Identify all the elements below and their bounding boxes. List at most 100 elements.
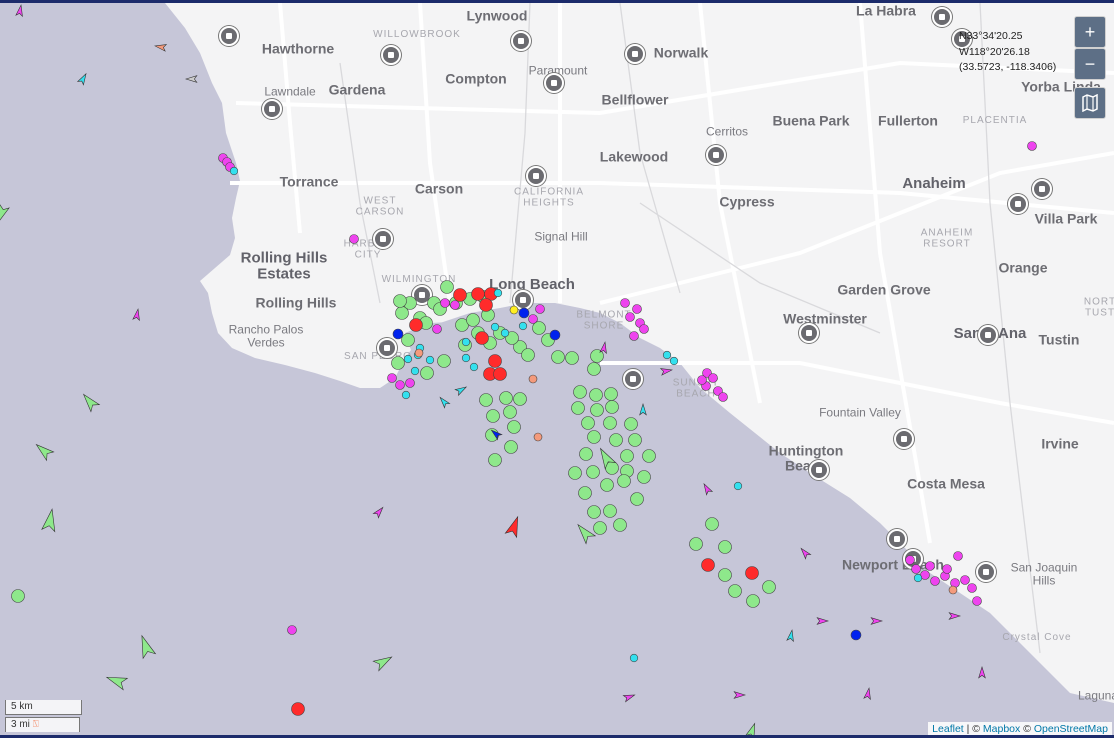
vessel-marker-pleasure[interactable]: [440, 298, 450, 308]
moving-vessel-pleasure[interactable]: [372, 505, 385, 519]
vessel-marker-tanker[interactable]: [453, 288, 467, 302]
moving-vessel-pleasure[interactable]: [870, 617, 884, 625]
vessel-marker-cargo[interactable]: [689, 537, 703, 551]
vessel-marker-cargo[interactable]: [466, 313, 480, 327]
vessel-marker-cargo[interactable]: [587, 362, 601, 376]
vessel-marker-tug[interactable]: [469, 362, 479, 372]
vessel-marker-pleasure[interactable]: [1027, 141, 1037, 151]
osm-link[interactable]: OpenStreetMap: [1034, 723, 1108, 735]
vessel-marker-tanker[interactable]: [471, 287, 485, 301]
vessel-marker-cargo[interactable]: [600, 478, 614, 492]
vessel-marker-cargo[interactable]: [603, 504, 617, 518]
vessel-marker-cargo[interactable]: [630, 492, 644, 506]
vessel-marker-cargo[interactable]: [488, 453, 502, 467]
vessel-layer[interactable]: [0, 3, 1114, 738]
vessel-marker-pleasure[interactable]: [349, 234, 359, 244]
moving-vessel-cargo[interactable]: [41, 508, 59, 533]
vessel-marker-tug[interactable]: [229, 166, 239, 176]
moving-vessel-pleasure[interactable]: [622, 692, 636, 703]
vessel-marker-pleasure[interactable]: [708, 373, 718, 383]
vessel-marker-cargo[interactable]: [578, 486, 592, 500]
vessel-marker-pleasure[interactable]: [528, 314, 538, 324]
vessel-marker-pleasure[interactable]: [718, 392, 728, 402]
vessel-marker-pleasure[interactable]: [535, 304, 545, 314]
vessel-marker-cargo[interactable]: [718, 540, 732, 554]
vessel-marker-cargo[interactable]: [589, 388, 603, 402]
vessel-marker-tug[interactable]: [401, 390, 411, 400]
vessel-marker-cargo[interactable]: [437, 354, 451, 368]
moving-vessel-pleasure[interactable]: [659, 367, 673, 376]
vessel-marker-other[interactable]: [528, 374, 538, 384]
vessel-marker-cargo[interactable]: [503, 405, 517, 419]
vessel-marker-cargo[interactable]: [521, 348, 535, 362]
vessel-marker-cargo[interactable]: [605, 400, 619, 414]
vessel-marker-pleasure[interactable]: [930, 576, 940, 586]
vessel-marker-cargo[interactable]: [718, 568, 732, 582]
vessel-marker-cargo[interactable]: [440, 280, 454, 294]
vessel-marker-tanker[interactable]: [479, 298, 493, 312]
vessel-marker-tug[interactable]: [425, 355, 435, 365]
vessel-marker-cargo[interactable]: [486, 409, 500, 423]
vessel-marker-passenger[interactable]: [850, 629, 862, 641]
vessel-marker-pleasure[interactable]: [450, 300, 460, 310]
vessel-marker-tug[interactable]: [669, 356, 679, 366]
moving-vessel-cargo[interactable]: [79, 391, 101, 413]
moving-vessel-pleasure[interactable]: [15, 4, 24, 18]
vessel-marker-cargo[interactable]: [613, 518, 627, 532]
moving-vessel-pleasure[interactable]: [132, 308, 141, 322]
vessel-marker-cargo[interactable]: [728, 584, 742, 598]
vessel-marker-tug[interactable]: [493, 288, 503, 298]
vessel-marker-cargo[interactable]: [393, 294, 407, 308]
vessel-marker-cargo[interactable]: [568, 466, 582, 480]
vessel-marker-pleasure[interactable]: [972, 596, 982, 606]
moving-vessel-tanker[interactable]: [504, 515, 523, 539]
vessel-marker-cargo[interactable]: [565, 351, 579, 365]
vessel-marker-cargo[interactable]: [746, 594, 760, 608]
moving-vessel-pleasure[interactable]: [948, 612, 962, 620]
vessel-marker-cargo[interactable]: [624, 417, 638, 431]
vessel-marker-pleasure[interactable]: [967, 583, 977, 593]
moving-vessel-cargo[interactable]: [33, 440, 55, 462]
vessel-marker-passenger[interactable]: [549, 329, 561, 341]
map-layers-button[interactable]: [1074, 87, 1106, 119]
moving-vessel-cargo[interactable]: [136, 633, 157, 660]
vessel-marker-pleasure[interactable]: [639, 324, 649, 334]
leaflet-link[interactable]: Leaflet: [932, 723, 964, 735]
vessel-marker-cargo[interactable]: [504, 440, 518, 454]
moving-vessel-cargo[interactable]: [744, 722, 759, 738]
vessel-marker-cargo[interactable]: [579, 447, 593, 461]
vessel-marker-pleasure[interactable]: [905, 555, 915, 565]
vessel-marker-cargo[interactable]: [507, 420, 521, 434]
vessel-marker-cargo[interactable]: [617, 474, 631, 488]
vessel-marker-other[interactable]: [948, 585, 958, 595]
vessel-marker-tug[interactable]: [490, 322, 500, 332]
moving-vessel-tug[interactable]: [454, 384, 468, 397]
vessel-marker-cargo[interactable]: [603, 416, 617, 430]
vessel-marker-cargo[interactable]: [571, 401, 585, 415]
vessel-marker-tug[interactable]: [461, 353, 471, 363]
moving-vessel-pleasure[interactable]: [733, 691, 747, 699]
vessel-marker-cargo[interactable]: [587, 505, 601, 519]
vessel-marker-cargo[interactable]: [609, 433, 623, 447]
vessel-marker-pleasure[interactable]: [629, 331, 639, 341]
vessel-marker-cargo[interactable]: [551, 350, 565, 364]
vessel-marker-cargo[interactable]: [499, 391, 513, 405]
moving-vessel-tug[interactable]: [786, 629, 795, 643]
moving-vessel-unknown[interactable]: [184, 75, 198, 83]
vessel-marker-cargo[interactable]: [762, 580, 776, 594]
zoom-out-button[interactable]: −: [1074, 48, 1106, 80]
vessel-marker-other[interactable]: [414, 348, 424, 358]
vessel-marker-cargo[interactable]: [642, 449, 656, 463]
vessel-marker-tanker[interactable]: [493, 367, 507, 381]
vessel-marker-tanker[interactable]: [701, 558, 715, 572]
moving-vessel-cargo[interactable]: [372, 652, 394, 672]
vessel-marker-tug[interactable]: [500, 328, 510, 338]
vessel-marker-tug[interactable]: [733, 481, 743, 491]
vessel-marker-pleasure[interactable]: [432, 324, 442, 334]
moving-vessel-pleasure[interactable]: [599, 341, 608, 355]
moving-vessel-cargo[interactable]: [0, 203, 10, 224]
vessel-marker-cargo[interactable]: [581, 416, 595, 430]
vessel-marker-cargo[interactable]: [637, 470, 651, 484]
vessel-marker-pleasure[interactable]: [925, 561, 935, 571]
vessel-marker-tanker[interactable]: [475, 331, 489, 345]
